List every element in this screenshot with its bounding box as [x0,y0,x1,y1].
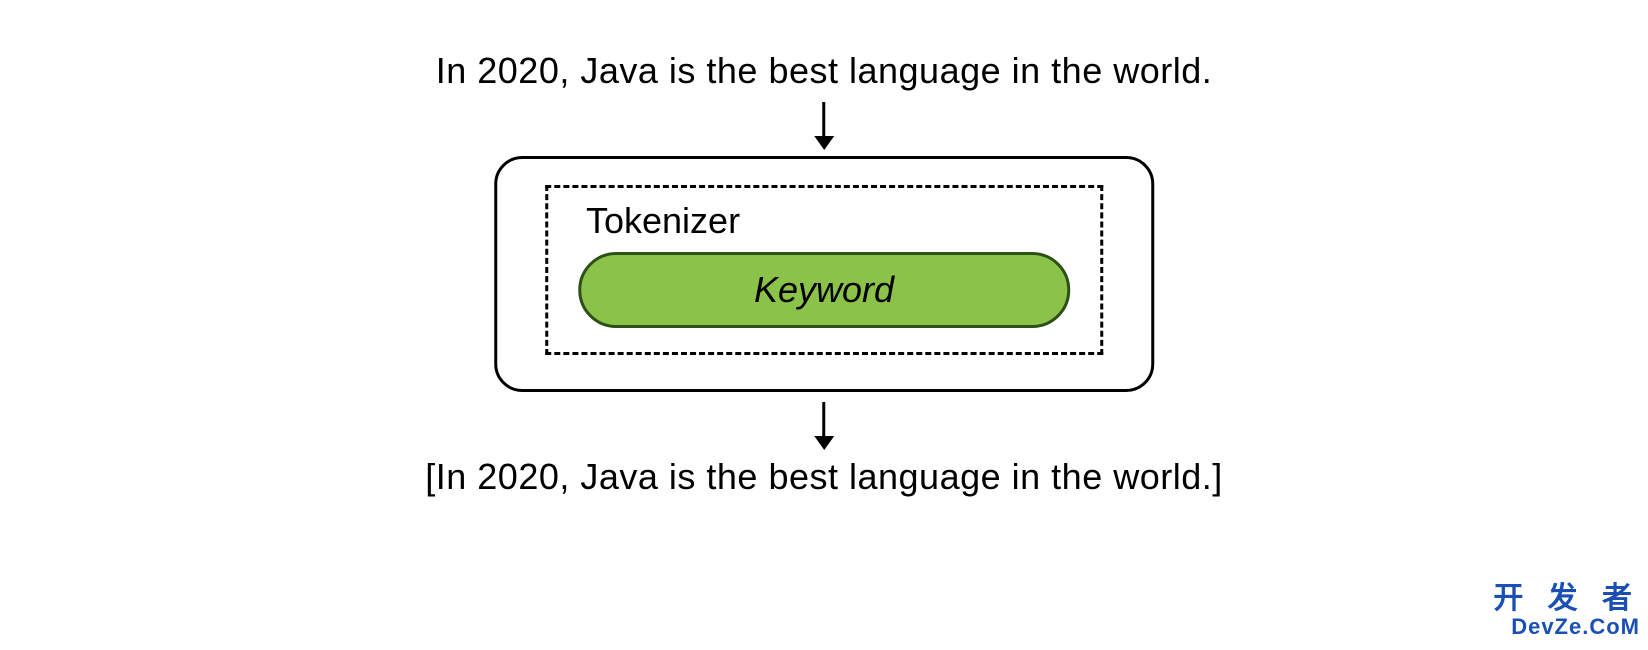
tokenizer-label: Tokenizer [586,200,1070,242]
tokenizer-box: Tokenizer Keyword [545,185,1103,355]
watermark-line1: 开 发 者 [1493,583,1640,615]
output-token: [In 2020, Java is the best language in t… [425,456,1223,498]
keyword-analyzer-pill: Keyword [578,252,1070,328]
watermark: 开 发 者 DevZe.CoM [1493,583,1640,638]
watermark-line2: DevZe.CoM [1493,615,1640,638]
arrow-down-icon [814,402,834,450]
tokenizer-diagram: In 2020, Java is the best language in th… [425,50,1223,498]
analyzer-container: Tokenizer Keyword [494,156,1154,392]
arrow-down-icon [814,102,834,150]
input-sentence: In 2020, Java is the best language in th… [436,50,1213,92]
